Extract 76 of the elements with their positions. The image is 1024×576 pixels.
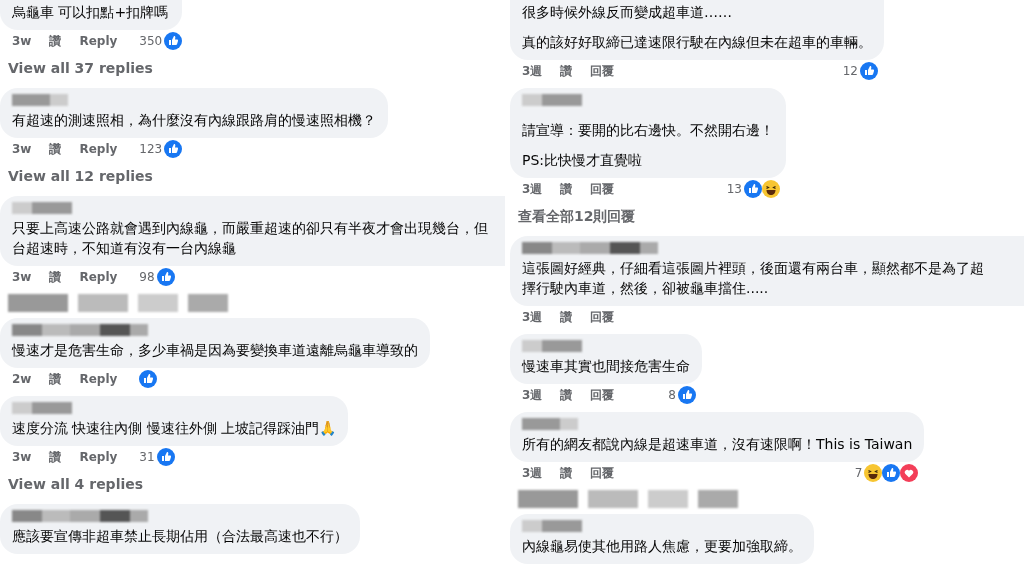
like-link[interactable]: 讚 <box>560 464 573 482</box>
reply-link[interactable]: 回覆 <box>590 464 615 482</box>
like-link[interactable]: 讚 <box>560 62 573 80</box>
reply-link[interactable]: 回覆 <box>590 62 615 80</box>
comment-text: 烏龜車 可以扣點+扣牌嗎 <box>12 3 170 22</box>
comment-text: 很多時候外線反而變成超車道…… <box>522 3 733 22</box>
comment-text: 慢速才是危害生命，多少車禍是因為要變換車道遠離烏龜車導致的 <box>12 341 418 360</box>
blurred-name <box>522 418 578 430</box>
view-replies-link[interactable]: View all 37 replies <box>0 58 161 82</box>
like-link[interactable]: 讚 <box>49 32 62 50</box>
reply-link[interactable]: 回覆 <box>590 308 615 326</box>
like-icon <box>860 62 878 80</box>
reaction-count: 98 <box>139 270 155 284</box>
comment-time: 3w <box>12 34 32 48</box>
like-link[interactable]: 讚 <box>560 180 573 198</box>
comment-text: 台超速時，不知道有沒有一台內線龜 <box>12 239 237 258</box>
blurred-name <box>522 94 582 106</box>
like-icon <box>156 268 175 286</box>
reply-link[interactable]: Reply <box>79 142 118 156</box>
blurred-name <box>522 340 582 352</box>
comment-text: 所有的網友都說內線是超速車道，沒有速限啊！This is Taiwan <box>522 435 913 454</box>
like-link[interactable]: 讚 <box>49 448 62 466</box>
comment-time: 3週 <box>522 386 543 404</box>
reply-link[interactable]: Reply <box>79 372 118 386</box>
view-replies-link[interactable]: View all 4 replies <box>0 474 152 498</box>
like-icon <box>882 464 901 482</box>
comment-time: 3w <box>12 142 32 156</box>
like-link[interactable]: 讚 <box>560 308 573 326</box>
view-replies-link[interactable]: View all 12 replies <box>0 166 161 190</box>
like-icon <box>164 32 183 50</box>
comment-text: 內線龜易使其他用路人焦慮，更要加強取締。 <box>522 537 802 556</box>
laughing-face-icon <box>864 464 883 482</box>
comment-text: PS:比快慢才直覺啦 <box>522 151 644 170</box>
comment-text: 這張圖好經典，仔細看這張圖片裡頭，後面還有兩台車，顯然都不是為了超 <box>522 259 985 278</box>
like-icon <box>678 386 696 404</box>
reply-link[interactable]: 回覆 <box>590 180 615 198</box>
like-icon <box>139 370 158 388</box>
comment-text: 慢速車其實也間接危害生命 <box>522 357 690 376</box>
comment-time: 3週 <box>522 180 543 198</box>
view-replies-link[interactable]: 查看全部12則回覆 <box>510 206 644 230</box>
reaction-count: 123 <box>139 142 163 156</box>
comment-text: 擇行駛內車道，然後，卻被龜車擋住..... <box>522 279 770 298</box>
like-icon <box>164 140 183 158</box>
reaction-count: 350 <box>139 34 163 48</box>
blurred-name <box>522 520 582 532</box>
blurred-name <box>12 94 68 106</box>
like-link[interactable]: 讚 <box>560 386 573 404</box>
blurred-name <box>12 402 72 414</box>
blurred-name <box>12 202 72 214</box>
reply-link[interactable]: Reply <box>79 450 118 464</box>
comment-text: 速度分流 快速往內側 慢速往外側 上坡記得踩油門🙏 <box>12 419 337 438</box>
comment-text: 應該要宣傳非超車禁止長期佔用（合法最高速也不行） <box>12 527 348 546</box>
reaction-count: 31 <box>139 450 155 464</box>
comment-text: 真的該好好取締已達速限行駛在內線但未在超車的車輛。 <box>522 33 872 52</box>
comment-text: 有超速的測速照相，為什麼沒有內線跟路肩的慢速照相機？ <box>12 111 376 130</box>
comment-time: 3w <box>12 450 32 464</box>
like-link[interactable]: 讚 <box>49 140 62 158</box>
reaction-count: 13 <box>726 182 742 196</box>
comment-time: 3w <box>12 270 32 284</box>
comment-text: 只要上高速公路就會遇到內線龜，而嚴重超速的卻只有半夜才會出現幾台，但 <box>12 219 489 238</box>
reaction-count: 12 <box>842 64 858 78</box>
like-icon <box>156 448 175 466</box>
comment-time: 3週 <box>522 464 543 482</box>
reply-link[interactable]: Reply <box>79 34 118 48</box>
comment-time: 3週 <box>522 62 543 80</box>
comment-text: 請宣導：要開的比右邊快。不然開右邊！ <box>522 121 774 140</box>
like-link[interactable]: 讚 <box>49 268 62 286</box>
comment-time: 3週 <box>522 308 543 326</box>
like-link[interactable]: 讚 <box>49 370 62 388</box>
like-icon <box>744 180 762 198</box>
laughing-face-icon <box>762 180 780 198</box>
reply-link[interactable]: 回覆 <box>590 386 615 404</box>
reaction-count: 7 <box>854 466 863 480</box>
reply-link[interactable]: Reply <box>79 270 118 284</box>
comment-time: 2w <box>12 372 32 386</box>
reaction-count: 8 <box>668 388 676 402</box>
